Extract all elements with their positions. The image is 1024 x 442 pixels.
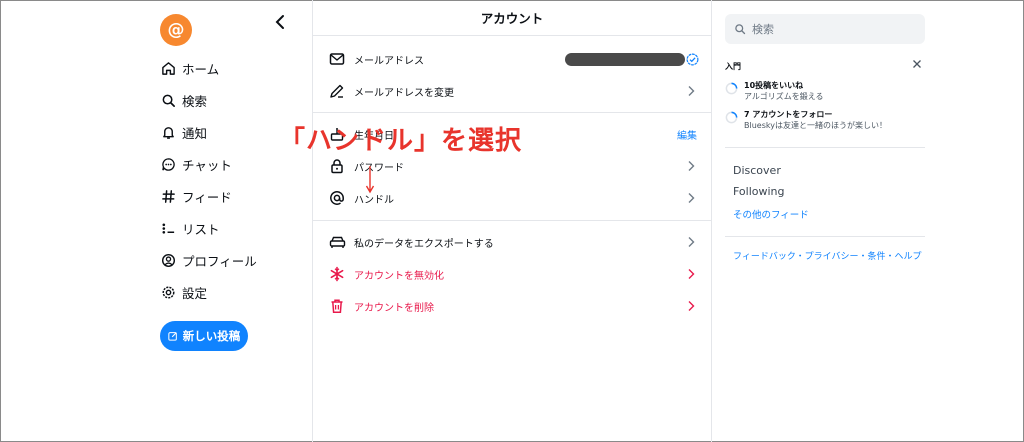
right-sidebar: 検索 入門 10投稿をいいね アルゴリズムを鍛える 7 アカウントをフォロー B… [725, 0, 925, 442]
car-icon [328, 233, 346, 251]
task-title: 10投稿をいいね [744, 81, 804, 90]
nav-item-home[interactable]: ホーム [160, 58, 219, 78]
nav-label: 検索 [182, 93, 208, 109]
feed-link-discover[interactable]: Discover [733, 164, 781, 177]
task-subtitle: アルゴリズムを鍛える [744, 92, 824, 101]
search-icon [160, 92, 176, 108]
row-label: メールアドレスを変更 [354, 87, 454, 99]
avatar[interactable]: @ [160, 14, 192, 46]
row-delete-account[interactable]: アカウントを削除 [313, 291, 711, 321]
divider [725, 147, 925, 148]
close-icon[interactable] [911, 58, 923, 70]
progress-ring-icon [725, 111, 738, 124]
new-post-label: 新しい投稿 [182, 329, 241, 343]
annotation-overlay-text: 「ハンドル」を選択 [279, 126, 523, 156]
row-deactivate-account[interactable]: アカウントを無効化 [313, 259, 711, 289]
profile-icon [160, 252, 176, 268]
list-icon [160, 220, 176, 236]
nav-item-search[interactable]: 検索 [160, 90, 207, 110]
chevron-right-icon [688, 161, 695, 171]
row-change-email[interactable]: メールアドレスを変更 [313, 76, 711, 106]
row-label: メールアドレス [354, 55, 424, 67]
envelope-icon [328, 50, 346, 68]
new-post-button[interactable]: 新しい投稿 [160, 321, 248, 351]
compose-icon [168, 331, 178, 341]
getting-started-title: 入門 [725, 62, 741, 71]
onboarding-task[interactable]: 7 アカウントをフォロー Blueskyは友達と一緒のほうが楽しい！ [725, 109, 925, 133]
chevron-right-icon [688, 269, 695, 279]
nav-item-chat[interactable]: チャット [160, 154, 232, 174]
left-sidebar: @ ホーム 検索 通知 チャット フィード リスト プロフィール 設定 新しい投… [150, 0, 312, 442]
nav-item-feeds[interactable]: フィード [160, 186, 232, 206]
nav-item-settings[interactable]: 設定 [160, 282, 207, 302]
row-label: アカウントを削除 [354, 302, 434, 314]
chevron-right-icon [688, 237, 695, 247]
feed-link-following[interactable]: Following [733, 185, 785, 198]
at-sign-icon [328, 189, 346, 207]
nav-label: ホーム [182, 61, 220, 77]
more-feeds-link[interactable]: その他のフィード [733, 207, 809, 221]
back-chevron-icon[interactable] [272, 14, 288, 30]
nav-label: フィード [182, 189, 232, 205]
footer-links[interactable]: フィードバック・プライバシー・条件・ヘルプ [733, 249, 921, 262]
divider [313, 112, 711, 113]
nav-label: プロフィール [182, 253, 257, 269]
nav-item-profile[interactable]: プロフィール [160, 250, 257, 270]
hash-icon [160, 188, 176, 204]
divider [725, 236, 925, 237]
row-label: アカウントを無効化 [354, 270, 444, 282]
nav-label: 通知 [182, 125, 208, 141]
chevron-right-icon [688, 86, 695, 96]
chevron-right-icon [688, 301, 695, 311]
pencil-icon [328, 82, 346, 100]
nav-item-lists[interactable]: リスト [160, 218, 220, 238]
nav-label: リスト [182, 221, 220, 237]
main-panel: アカウント メールアドレス メールアドレスを変更 生年月日 編集 パスワード ハ… [279, 0, 712, 442]
chat-icon [160, 156, 176, 172]
row-label: パスワード [354, 162, 404, 174]
row-label: 私のデータをエクスポートする [354, 238, 494, 250]
gear-icon [160, 284, 176, 300]
trash-icon [328, 297, 346, 315]
home-icon [160, 60, 176, 76]
nav-label: チャット [182, 157, 232, 173]
lock-icon [328, 157, 346, 175]
search-icon [734, 23, 746, 35]
snowflake-icon [328, 265, 346, 283]
task-title: 7 アカウントをフォロー [744, 110, 833, 119]
search-placeholder: 検索 [752, 23, 774, 36]
task-subtitle: Blueskyは友達と一緒のほうが楽しい！ [744, 121, 887, 130]
annotation-arrow-icon [365, 166, 375, 194]
onboarding-task[interactable]: 10投稿をいいね アルゴリズムを鍛える [725, 80, 925, 104]
nav-item-notifications[interactable]: 通知 [160, 122, 207, 142]
page-title: アカウント [313, 0, 711, 36]
search-input[interactable]: 検索 [725, 14, 925, 44]
bell-icon [160, 124, 176, 140]
nav-label: 設定 [182, 285, 208, 301]
masked-email-value [565, 53, 685, 66]
row-export-data[interactable]: 私のデータをエクスポートする [313, 227, 711, 257]
birthday-edit-button[interactable]: 編集 [677, 127, 697, 142]
chevron-right-icon [688, 193, 695, 203]
progress-ring-icon [725, 82, 738, 95]
verified-check-icon [686, 53, 699, 66]
divider [313, 220, 711, 221]
